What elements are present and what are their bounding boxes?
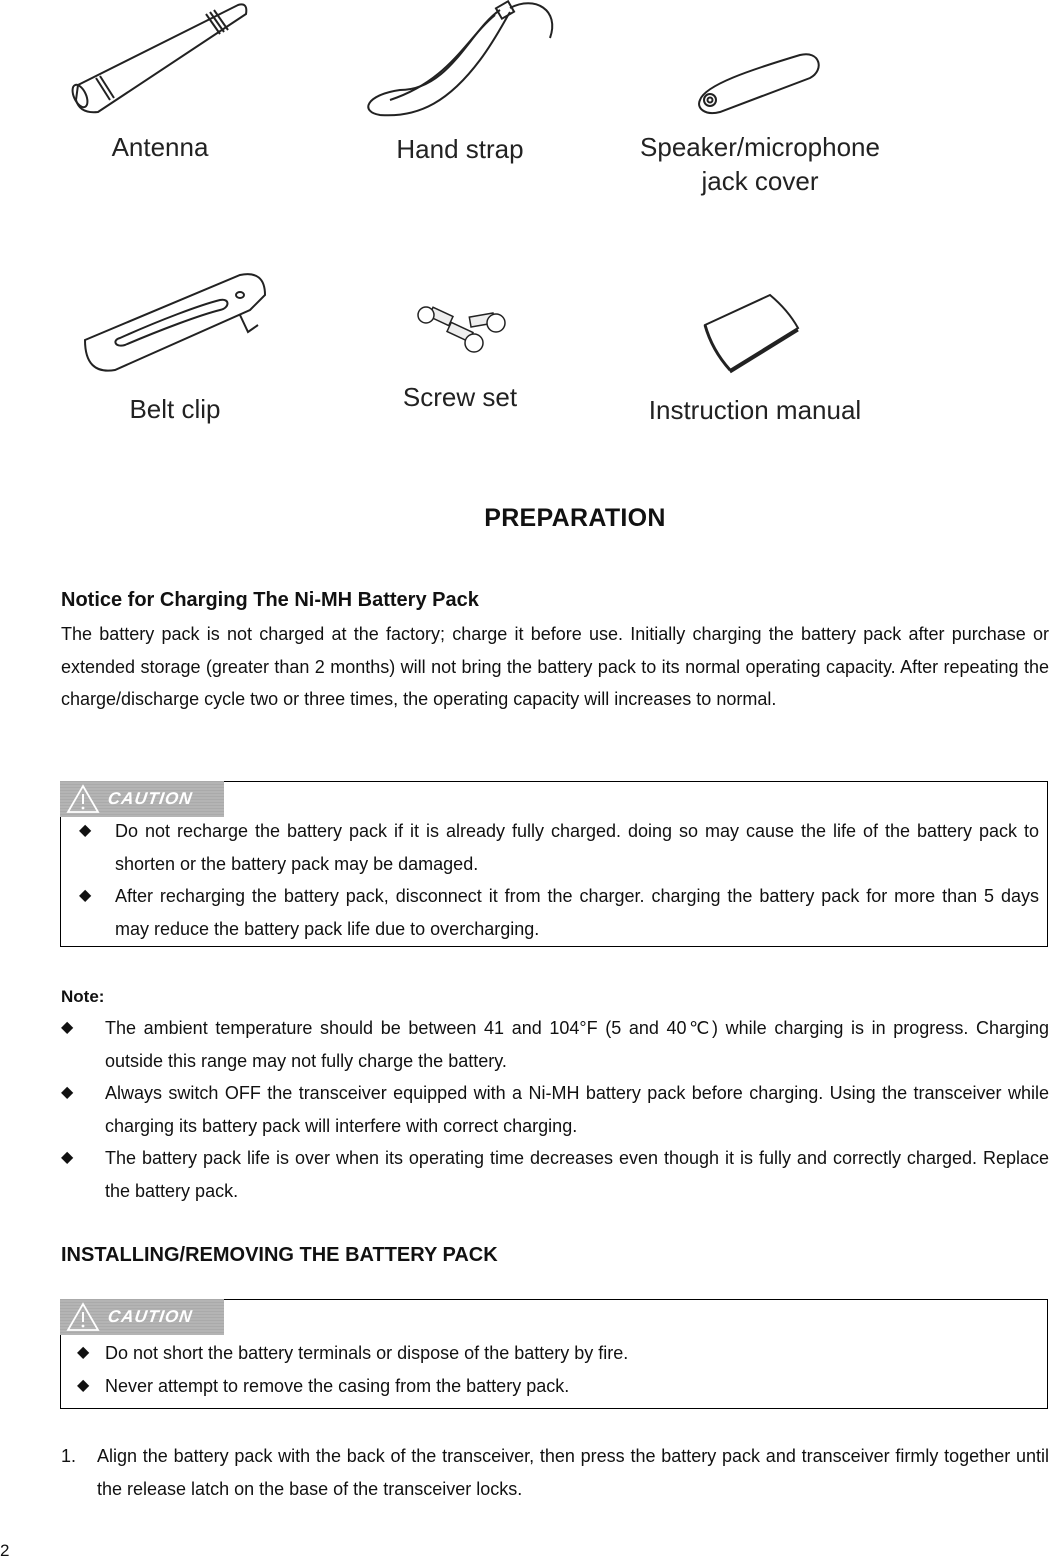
caution-box-charging: CAUTION ◆ Do not recharge the battery pa… <box>60 781 1048 947</box>
caution-item: ◆ Never attempt to remove the casing fro… <box>77 1370 1037 1403</box>
caution-item-text: Do not short the battery terminals or di… <box>105 1343 629 1363</box>
accessory-label-jack-cover: Speaker/microphone jack cover <box>610 130 910 198</box>
accessory-label-instruction-manual: Instruction manual <box>648 395 862 425</box>
page-number: 2 <box>0 1541 10 1560</box>
jack-cover-icon <box>698 53 820 114</box>
caution-item-text: After recharging the battery pack, disco… <box>115 886 1039 939</box>
hand-strap-illustration <box>360 0 560 120</box>
jack-cover-line-1: Speaker/microphone <box>640 132 880 162</box>
accessory-label-hand-strap: Hand strap <box>396 134 524 164</box>
accessory-label-antenna: Antenna <box>111 132 209 162</box>
diamond-bullet-icon: ◆ <box>61 1019 74 1036</box>
note-item-text: The battery pack life is over when its o… <box>105 1148 1049 1201</box>
installing-heading: INSTALLING/REMOVING THE BATTERY PACK <box>61 1244 498 1266</box>
diamond-bullet-icon: ◆ <box>79 822 92 839</box>
caution-label: CAUTION <box>106 1307 194 1326</box>
caution-box-installing: CAUTION ◆ Do not short the battery termi… <box>60 1299 1048 1409</box>
diamond-bullet-icon: ◆ <box>61 1084 74 1101</box>
charging-notice-heading: Notice for Charging The Ni-MH Battery Pa… <box>61 589 479 611</box>
caution-item: ◆ Do not short the battery terminals or … <box>77 1337 1037 1370</box>
accessory-label-screw-set: Screw set <box>402 382 518 412</box>
note-item: ◆ The ambient temperature should be betw… <box>61 1012 1049 1077</box>
antenna-illustration <box>68 0 258 120</box>
diamond-bullet-icon: ◆ <box>61 1149 74 1166</box>
accessory-label-belt-clip: Belt clip <box>129 394 221 424</box>
page-title: PREPARATION <box>484 504 666 532</box>
caution-item: ◆ Do not recharge the battery pack if it… <box>79 815 1039 880</box>
step-text: Align the battery pack with the back of … <box>97 1446 1049 1499</box>
caution-badge: CAUTION <box>60 781 224 817</box>
antenna-icon <box>71 3 248 114</box>
instruction-manual-illustration <box>700 290 810 375</box>
warning-triangle-icon <box>66 784 100 813</box>
caution-list: ◆ Do not recharge the battery pack if it… <box>79 815 1039 945</box>
note-item: ◆ Always switch OFF the transceiver equi… <box>61 1077 1049 1142</box>
warning-triangle-icon <box>66 1302 100 1331</box>
belt-clip-icon <box>83 273 267 372</box>
screw-set-icon <box>417 306 506 353</box>
note-label: Note: <box>61 987 105 1006</box>
caution-badge: CAUTION <box>60 1299 224 1335</box>
step-number: 1. <box>61 1446 77 1466</box>
belt-clip-illustration <box>80 270 270 380</box>
screw-set-illustration <box>412 305 507 360</box>
caution-label: CAUTION <box>106 789 194 808</box>
charging-notice-body: The battery pack is not charged at the f… <box>61 624 1049 709</box>
note-item-text: The ambient temperature should be betwee… <box>105 1018 1049 1071</box>
step-1: 1. Align the battery pack with the back … <box>61 1440 1049 1505</box>
caution-item-text: Do not recharge the battery pack if it i… <box>115 821 1039 874</box>
caution-item: ◆ After recharging the battery pack, dis… <box>79 880 1039 945</box>
hand-strap-icon <box>367 0 554 117</box>
instruction-manual-icon <box>703 293 800 374</box>
note-list: ◆ The ambient temperature should be betw… <box>61 1012 1049 1207</box>
jack-cover-illustration <box>690 50 830 120</box>
caution-list: ◆ Do not short the battery terminals or … <box>77 1337 1037 1402</box>
diamond-bullet-icon: ◆ <box>77 1376 90 1394</box>
caution-item-text: Never attempt to remove the casing from … <box>105 1375 570 1396</box>
note-item: ◆ The battery pack life is over when its… <box>61 1142 1049 1207</box>
diamond-bullet-icon: ◆ <box>79 887 92 904</box>
jack-cover-line-2: jack cover <box>701 166 819 196</box>
diamond-bullet-icon: ◆ <box>77 1344 90 1361</box>
note-item-text: Always switch OFF the transceiver equipp… <box>105 1083 1049 1136</box>
